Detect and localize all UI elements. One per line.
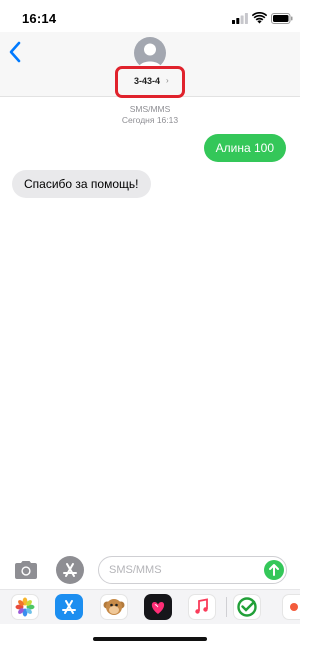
- app-store-icon: [63, 563, 77, 577]
- digital-touch-app[interactable]: [144, 594, 172, 620]
- send-button[interactable]: [264, 560, 284, 580]
- person-silhouette-icon: [138, 43, 162, 69]
- app-store-icon: [62, 600, 76, 614]
- camera-icon[interactable]: [13, 560, 39, 580]
- sberbank-app[interactable]: [233, 594, 261, 620]
- service-label: SMS/MMS: [129, 104, 171, 114]
- more-apps-icon: [290, 603, 298, 611]
- memoji-icon: [103, 599, 125, 615]
- digital-touch-icon: [151, 602, 165, 614]
- outgoing-message[interactable]: Алина 100: [203, 134, 286, 162]
- app-drawer: [0, 589, 300, 624]
- app-store-app[interactable]: [55, 594, 83, 620]
- apps-button[interactable]: [56, 556, 84, 584]
- photos-app[interactable]: [11, 594, 39, 620]
- message-input-placeholder: SMS/MMS: [109, 564, 162, 576]
- photos-icon: [15, 597, 35, 617]
- music-app[interactable]: [188, 594, 216, 620]
- sberbank-icon: [237, 597, 257, 617]
- status-time: 16:14: [22, 11, 57, 26]
- chevron-left-icon[interactable]: [6, 40, 26, 64]
- incoming-message[interactable]: Спасибо за помощь!: [12, 170, 151, 198]
- thread-meta: SMS/MMS Сегодня 16:13: [0, 104, 300, 126]
- wifi-icon: [252, 12, 267, 24]
- cellular-signal-icon: [232, 13, 248, 24]
- tray-divider: [226, 597, 227, 617]
- contact-name-button[interactable]: 3-43-4 ›: [115, 66, 185, 98]
- message-date: Сегодня 16:13: [121, 115, 179, 125]
- contact-avatar[interactable]: [134, 37, 166, 69]
- battery-icon: [271, 13, 293, 24]
- chevron-right-icon: ›: [166, 76, 169, 85]
- music-icon: [195, 598, 208, 614]
- home-indicator: [93, 637, 207, 641]
- more-apps-app[interactable]: [282, 594, 300, 620]
- message-input[interactable]: SMS/MMS: [98, 556, 287, 584]
- arrow-up-icon: [269, 564, 279, 576]
- memoji-app[interactable]: [100, 594, 128, 620]
